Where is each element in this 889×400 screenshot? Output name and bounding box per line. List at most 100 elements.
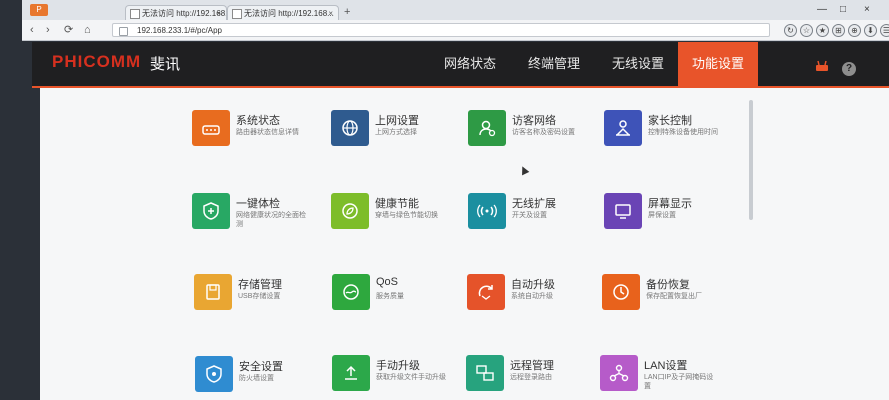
close-tab-icon[interactable]: ×	[328, 6, 333, 20]
refresh-icon[interactable]: ↻	[784, 24, 797, 37]
close-tab-icon[interactable]: ×	[216, 6, 221, 20]
tile-title: 远程管理	[510, 360, 554, 372]
tile-title: 家长控制	[648, 115, 692, 127]
tile-icon-bg	[600, 355, 638, 391]
tile-title: 存储管理	[238, 279, 282, 291]
bookmarks-icon[interactable]: ★	[816, 24, 829, 37]
tile-icon-bg	[192, 110, 230, 146]
tile-subtitle: 获取升级文件手动升级	[376, 374, 446, 381]
new-tab-button[interactable]: +	[344, 5, 350, 19]
tile-icon-bg	[604, 193, 642, 229]
tile-icon-bg	[195, 356, 233, 392]
home-button[interactable]: ⌂	[84, 23, 91, 37]
tile-icon-bg	[192, 193, 230, 229]
page-icon	[130, 9, 140, 19]
guest-icon	[479, 120, 496, 137]
scrollbar[interactable]	[749, 100, 753, 220]
browser-brand-chip[interactable]: P	[30, 4, 48, 16]
browser-address-bar: ‹ › ⟳ ⌂ 192.168.233.1/#/pc/App ↻ ☆ ★ ⊞ ⊕…	[22, 20, 889, 41]
page-info-icon[interactable]	[119, 27, 128, 36]
favorite-icon[interactable]: ☆	[800, 24, 813, 37]
extensions-icon[interactable]: ⊞	[832, 24, 845, 37]
maximize-button[interactable]: □	[840, 4, 846, 15]
url-text: 192.168.233.1/#/pc/App	[137, 26, 222, 35]
minimize-button[interactable]: —	[817, 4, 827, 15]
manual-upgrade-icon	[345, 365, 357, 380]
tile-icon-bg	[466, 355, 504, 391]
zoom-icon[interactable]: ⊕	[848, 24, 861, 37]
tile-title: QoS	[376, 276, 399, 288]
tile-title: 自动升级	[511, 279, 555, 291]
menu-network-status[interactable]: 网络状态	[430, 42, 510, 86]
tile-icon-bg	[604, 110, 642, 146]
tile-icon-bg	[468, 110, 506, 146]
page-icon	[232, 9, 242, 19]
security-icon	[206, 365, 222, 383]
tile-subtitle: 上网方式选择	[375, 129, 417, 136]
reload-button[interactable]: ⟳	[64, 23, 73, 37]
tile-subtitle: 路由器状态信息详情	[236, 129, 299, 136]
forward-button[interactable]: ›	[46, 23, 50, 37]
tile-subtitle: 屏保设置	[648, 212, 676, 219]
tile-title: 安全设置	[239, 361, 283, 373]
download-icon[interactable]: ⬇	[864, 24, 877, 37]
tile-subtitle: 控制特殊设备使用时间	[648, 129, 718, 136]
tile-icon-bg	[331, 110, 369, 146]
tile-icon-bg	[332, 355, 370, 391]
tile-icon-bg	[331, 193, 369, 229]
tile-icon-bg	[468, 193, 506, 229]
tile-subtitle: 网络健康状况的全面检测	[236, 212, 306, 228]
router-icon[interactable]	[815, 59, 829, 71]
tile-title: 手动升级	[376, 360, 420, 372]
tile-subtitle: 远程登录路由	[510, 374, 552, 381]
backup-icon	[613, 284, 629, 300]
function-settings-panel	[40, 88, 889, 400]
menu-icon[interactable]: ☰	[880, 24, 889, 37]
tile-subtitle: 穿墙与绿色节能切换	[375, 212, 438, 219]
parent-icon	[616, 120, 630, 136]
menu-function-settings[interactable]: 功能设置	[678, 42, 758, 86]
wireless-icon	[477, 204, 497, 218]
tile-title: 屏幕显示	[648, 198, 692, 210]
lan-icon	[609, 364, 629, 382]
tile-title: 访客网络	[512, 115, 556, 127]
help-icon[interactable]: ?	[842, 62, 856, 76]
shield-plus-icon	[203, 202, 219, 220]
browser-tab-1[interactable]: 无法访问 http://192.168... ×	[125, 5, 227, 20]
tile-title: 健康节能	[375, 198, 419, 210]
tab-title: 无法访问 http://192.168...	[244, 9, 334, 18]
leaf-icon	[342, 203, 358, 219]
tile-subtitle: 服务质量	[376, 293, 404, 300]
tile-subtitle: LAN口IP及子网掩码设置	[644, 374, 714, 390]
menu-wireless-settings[interactable]: 无线设置	[598, 42, 678, 86]
tile-subtitle: USB存储设置	[238, 293, 281, 300]
tile-icon-bg	[467, 274, 505, 310]
tile-icon-bg	[194, 274, 232, 310]
tile-title: 备份恢复	[646, 279, 690, 291]
tile-title: LAN设置	[644, 360, 688, 372]
url-input[interactable]: 192.168.233.1/#/pc/App	[112, 23, 770, 37]
remote-icon	[476, 365, 494, 381]
tile-title: 一键体检	[236, 198, 280, 210]
qos-icon	[343, 284, 359, 300]
close-window-button[interactable]: ×	[864, 4, 870, 15]
upgrade-icon	[478, 285, 493, 300]
tile-subtitle: 保存配置恢复出厂	[646, 293, 702, 300]
tile-subtitle: 系统自动升级	[511, 293, 553, 300]
tab-title: 无法访问 http://192.168...	[142, 9, 227, 18]
globe-icon	[342, 120, 358, 136]
tile-title: 无线扩展	[512, 198, 556, 210]
tile-subtitle: 访客名称及密码设置	[512, 129, 575, 136]
router-header: PHICOMM 斐讯 网络状态 终端管理 无线设置 功能设置 ?	[32, 42, 889, 86]
menu-terminal-management[interactable]: 终端管理	[514, 42, 594, 86]
browser-tab-2[interactable]: 无法访问 http://192.168... ×	[227, 5, 339, 20]
tile-subtitle: 开关及设置	[512, 212, 547, 219]
tile-subtitle: 防火墙设置	[239, 375, 274, 382]
router-icon	[202, 125, 220, 135]
phicomm-logo: PHICOMM	[52, 52, 142, 71]
tile-icon-bg	[332, 274, 370, 310]
phicomm-logo-cn: 斐讯	[150, 56, 181, 73]
back-button[interactable]: ‹	[30, 23, 34, 37]
storage-icon	[206, 284, 220, 300]
tile-title: 上网设置	[375, 115, 419, 127]
